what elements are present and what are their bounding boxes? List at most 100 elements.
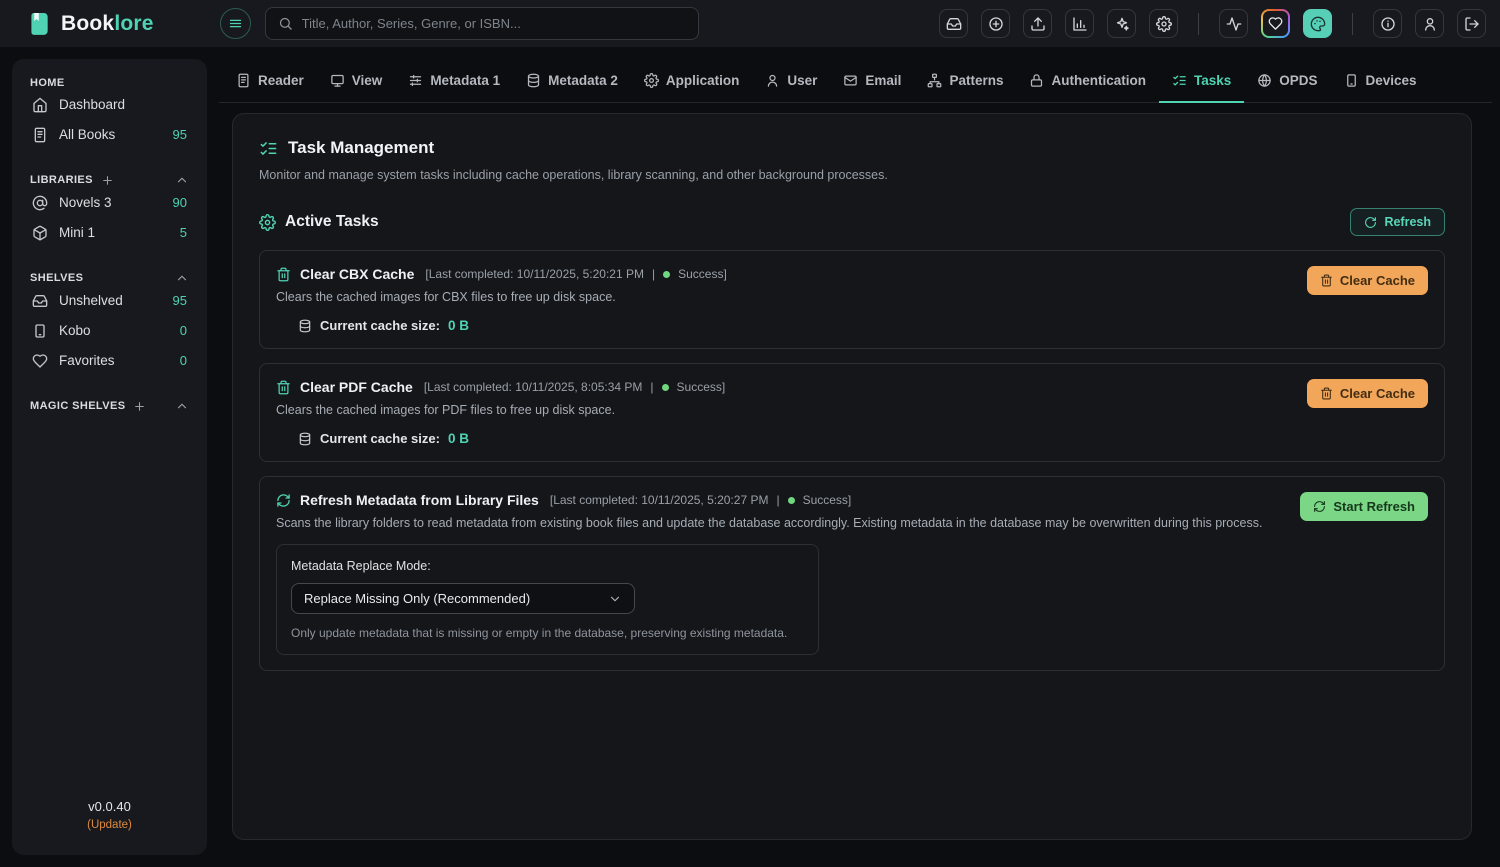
task-description: Clears the cached images for PDF files t… xyxy=(276,403,1291,417)
user-icon xyxy=(765,73,780,88)
topbar-divider xyxy=(1198,13,1199,35)
metadata-replace-mode-select[interactable]: Replace Missing Only (Recommended) xyxy=(291,583,635,614)
menu-icon xyxy=(228,16,243,31)
chevron-up-icon[interactable] xyxy=(175,271,189,285)
tab-application[interactable]: Application xyxy=(631,60,753,103)
add-magic-shelf-icon[interactable] xyxy=(133,400,146,413)
sparkles-icon xyxy=(1114,16,1130,32)
upload-button[interactable] xyxy=(1023,9,1052,38)
trash-icon xyxy=(1320,274,1333,287)
add-library-icon[interactable] xyxy=(101,174,114,187)
sidebar-item-label: Kobo xyxy=(59,323,91,338)
sidebar-item-label: Dashboard xyxy=(59,97,125,112)
task-title: Clear PDF Cache xyxy=(300,379,413,395)
sidebar-item-kobo[interactable]: Kobo 0 xyxy=(26,316,193,345)
chevron-up-icon[interactable] xyxy=(175,399,189,413)
tab-metadata-2[interactable]: Metadata 2 xyxy=(513,60,631,103)
magic-button[interactable] xyxy=(1107,9,1136,38)
at-sign-icon xyxy=(32,195,48,211)
tab-email[interactable]: Email xyxy=(830,60,914,103)
mail-icon xyxy=(843,73,858,88)
tab-opds[interactable]: OPDS xyxy=(1244,60,1330,103)
update-link[interactable]: (Update) xyxy=(26,819,193,831)
book-icon xyxy=(32,127,48,143)
inbox-button[interactable] xyxy=(939,9,968,38)
refresh-icon xyxy=(276,493,291,508)
clear-cbx-cache-button[interactable]: Clear Cache xyxy=(1307,266,1428,295)
info-button[interactable] xyxy=(1373,9,1402,38)
cache-size-row: Current cache size: 0 B xyxy=(298,318,1291,333)
trash-icon xyxy=(276,380,291,395)
task-meta: [Last completed: 10/11/2025, 8:05:34 PM … xyxy=(424,380,725,394)
globe-icon xyxy=(1257,73,1272,88)
tab-tasks[interactable]: Tasks xyxy=(1159,60,1244,103)
reader-icon xyxy=(236,73,251,88)
refresh-tasks-button[interactable]: Refresh xyxy=(1350,208,1445,236)
gear-icon xyxy=(1156,16,1172,32)
success-dot xyxy=(663,271,670,278)
task-management-panel: Task Management Monitor and manage syste… xyxy=(232,113,1472,840)
sidebar-item-favorites[interactable]: Favorites 0 xyxy=(26,346,193,375)
menu-button[interactable] xyxy=(220,8,251,39)
sidebar-footer: v0.0.40 (Update) xyxy=(26,799,193,841)
item-count: 90 xyxy=(173,195,187,210)
sidebar-item-novels[interactable]: Novels 3 90 xyxy=(26,188,193,217)
trash-icon xyxy=(1320,387,1333,400)
theme-button[interactable] xyxy=(1303,9,1332,38)
add-button[interactable] xyxy=(981,9,1010,38)
task-description: Scans the library folders to read metada… xyxy=(276,516,1284,530)
profile-button[interactable] xyxy=(1415,9,1444,38)
tab-patterns[interactable]: Patterns xyxy=(914,60,1016,103)
sidebar-section-shelves: SHELVES xyxy=(26,271,193,285)
network-icon xyxy=(927,73,942,88)
sidebar-item-all-books[interactable]: All Books 95 xyxy=(26,120,193,149)
tab-view[interactable]: View xyxy=(317,60,396,103)
sidebar-section-libraries: LIBRARIES xyxy=(26,173,193,187)
success-dot xyxy=(662,384,669,391)
logout-button[interactable] xyxy=(1457,9,1486,38)
sidebar-item-mini[interactable]: Mini 1 5 xyxy=(26,218,193,247)
select-value: Replace Missing Only (Recommended) xyxy=(304,591,530,606)
start-refresh-button[interactable]: Start Refresh xyxy=(1300,492,1428,521)
page-title: Task Management xyxy=(288,138,434,158)
task-card-clear-pdf-cache: Clear PDF Cache [Last completed: 10/11/2… xyxy=(259,363,1445,462)
gear-icon xyxy=(644,73,659,88)
tablet-icon xyxy=(1344,73,1359,88)
tab-user[interactable]: User xyxy=(752,60,830,103)
search-input[interactable] xyxy=(302,16,686,31)
task-title: Refresh Metadata from Library Files xyxy=(300,492,539,508)
stats-button[interactable] xyxy=(1065,9,1094,38)
tab-reader[interactable]: Reader xyxy=(223,60,317,103)
sidebar-item-label: Novels 3 xyxy=(59,195,112,210)
activity-button[interactable] xyxy=(1219,9,1248,38)
sidebar-item-unshelved[interactable]: Unshelved 95 xyxy=(26,286,193,315)
cache-size-value: 0 B xyxy=(448,318,469,333)
settings-button[interactable] xyxy=(1149,9,1178,38)
cache-size-value: 0 B xyxy=(448,431,469,446)
list-checks-icon xyxy=(1172,73,1187,88)
app-title: Booklore xyxy=(61,12,154,36)
booklore-logo-icon xyxy=(26,11,52,37)
favorites-button[interactable] xyxy=(1261,9,1290,38)
tab-devices[interactable]: Devices xyxy=(1331,60,1430,103)
rotate-cw-icon xyxy=(1364,216,1377,229)
version-label: v0.0.40 xyxy=(26,799,193,814)
task-card-refresh-metadata: Refresh Metadata from Library Files [Las… xyxy=(259,476,1445,671)
section-label-home: HOME xyxy=(30,77,65,89)
sidebar-item-label: Favorites xyxy=(59,353,115,368)
app-logo[interactable]: Booklore xyxy=(26,11,154,37)
cache-size-label: Current cache size: xyxy=(320,318,440,333)
sidebar-item-label: Unshelved xyxy=(59,293,123,308)
task-card-clear-cbx-cache: Clear CBX Cache [Last completed: 10/11/2… xyxy=(259,250,1445,349)
bar-chart-icon xyxy=(1072,16,1088,32)
cache-size-label: Current cache size: xyxy=(320,431,440,446)
logout-icon xyxy=(1464,16,1480,32)
chevron-up-icon[interactable] xyxy=(175,173,189,187)
tab-metadata-1[interactable]: Metadata 1 xyxy=(395,60,513,103)
tab-authentication[interactable]: Authentication xyxy=(1016,60,1159,103)
sidebar-item-dashboard[interactable]: Dashboard xyxy=(26,90,193,119)
clear-pdf-cache-button[interactable]: Clear Cache xyxy=(1307,379,1428,408)
page-subtitle: Monitor and manage system tasks includin… xyxy=(259,168,1445,182)
item-count: 95 xyxy=(173,293,187,308)
success-dot xyxy=(788,497,795,504)
